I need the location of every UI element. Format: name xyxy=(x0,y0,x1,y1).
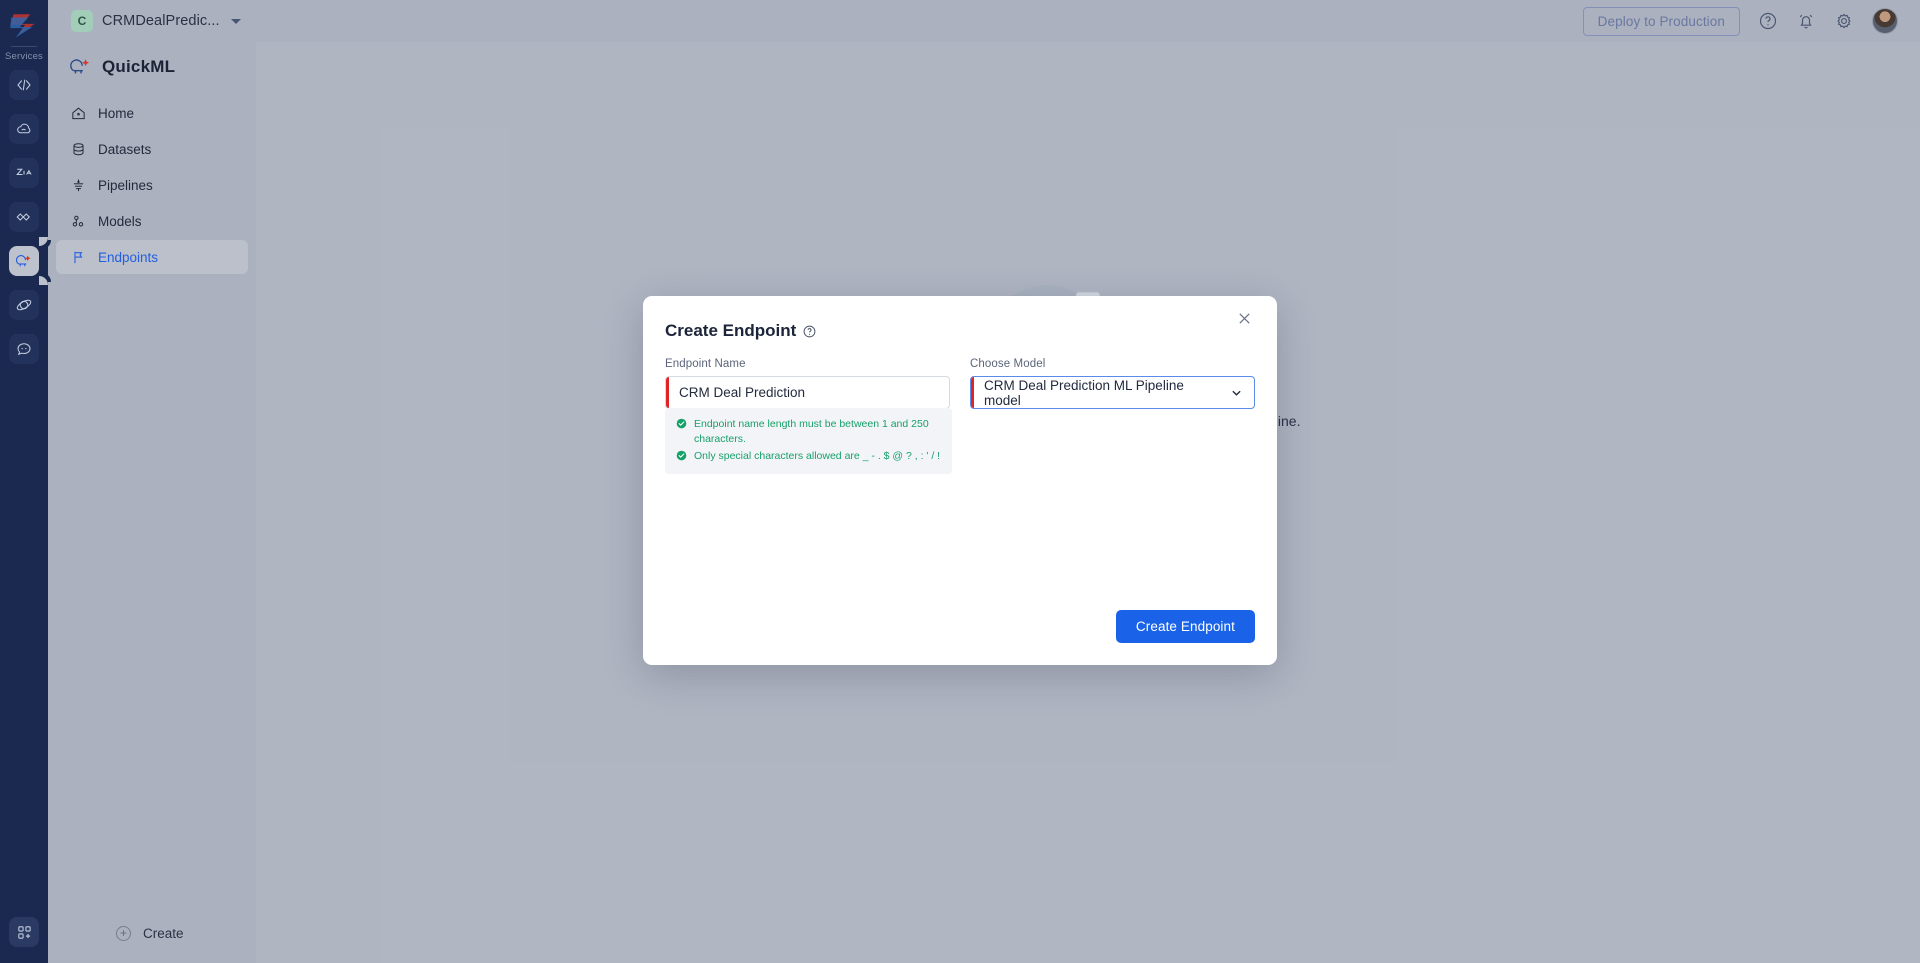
create-endpoint-submit-button[interactable]: Create Endpoint xyxy=(1115,610,1255,643)
endpoint-name-label: Endpoint Name xyxy=(665,358,746,370)
choose-model-select[interactable]: CRM Deal Prediction ML Pipeline model xyxy=(970,376,1255,409)
dialog-form: Endpoint Name CRM Deal Prediction Choose… xyxy=(665,358,1255,409)
validation-hint-text: Endpoint name length must be between 1 a… xyxy=(694,418,929,445)
app-root: Services C CRMDealPredic... Deploy to Pr… xyxy=(0,0,1920,963)
create-endpoint-dialog: Create Endpoint Endpoint Name CRM Deal P… xyxy=(643,296,1277,665)
check-circle-icon xyxy=(676,450,687,461)
endpoint-name-input[interactable]: CRM Deal Prediction xyxy=(665,376,950,409)
dialog-footer: Create Endpoint xyxy=(1115,610,1255,643)
check-circle-icon xyxy=(676,418,687,429)
question-circle-icon[interactable] xyxy=(803,325,816,338)
validation-hint-text: Only special characters allowed are _ - … xyxy=(694,450,941,462)
validation-hints: Endpoint name length must be between 1 a… xyxy=(665,408,952,474)
endpoint-name-field: Endpoint Name CRM Deal Prediction xyxy=(665,358,950,409)
choose-model-value: CRM Deal Prediction ML Pipeline model xyxy=(984,377,1184,408)
validation-hint: Only special characters allowed are _ - … xyxy=(676,449,941,464)
choose-model-label: Choose Model xyxy=(970,358,1046,370)
close-icon[interactable] xyxy=(1237,311,1257,331)
choose-model-field: Choose Model CRM Deal Prediction ML Pipe… xyxy=(970,358,1255,409)
chevron-down-icon xyxy=(1230,386,1243,399)
validation-hint: Endpoint name length must be between 1 a… xyxy=(676,417,941,446)
dialog-title: Create Endpoint xyxy=(665,321,816,341)
dialog-title-text: Create Endpoint xyxy=(665,321,797,340)
